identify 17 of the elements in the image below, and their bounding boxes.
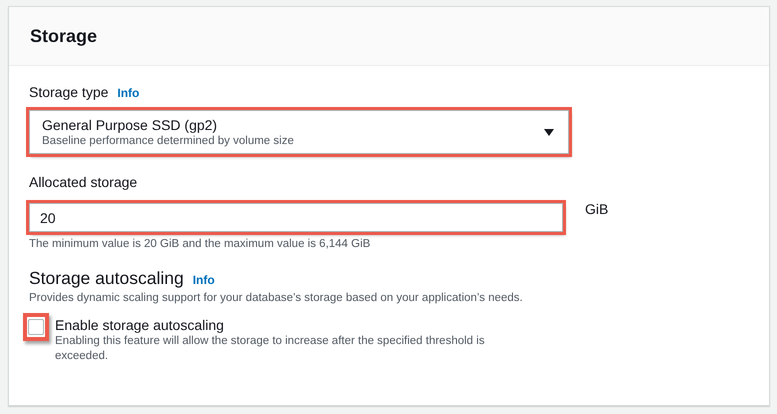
select-value: General Purpose SSD (gp2) (42, 117, 218, 133)
section-heading: Storage autoscaling (29, 268, 184, 289)
field-label: Storage type (29, 84, 108, 100)
info-link[interactable]: Info (192, 273, 215, 287)
caret-icon (544, 128, 554, 136)
checkbox-description: Enabling this feature will allow the storage to increase after the specified threshold is exceeded. (55, 334, 486, 364)
autoscaling-checkbox[interactable] (28, 319, 44, 335)
storage-type-select[interactable]: General Purpose SSD (gp2) Baseline performance determined by volume size (29, 110, 569, 154)
unit-label: GiB (585, 201, 608, 217)
info-link[interactable]: Info (117, 86, 140, 100)
field-label: Allocated storage (29, 174, 138, 190)
section-description: Provides dynamic scaling support for your database’s storage based on your application’s needs. (29, 292, 524, 304)
panel-title: Storage (30, 26, 98, 46)
checkbox-label: Enable storage autoscaling (55, 316, 225, 334)
constraint-hint: The minimum value is 20 GiB and the maximum value is 6,144 GiB (29, 238, 372, 250)
select-description: Baseline performance determined by volume size (42, 135, 294, 147)
allocated-storage-input[interactable]: 20 (29, 203, 563, 232)
